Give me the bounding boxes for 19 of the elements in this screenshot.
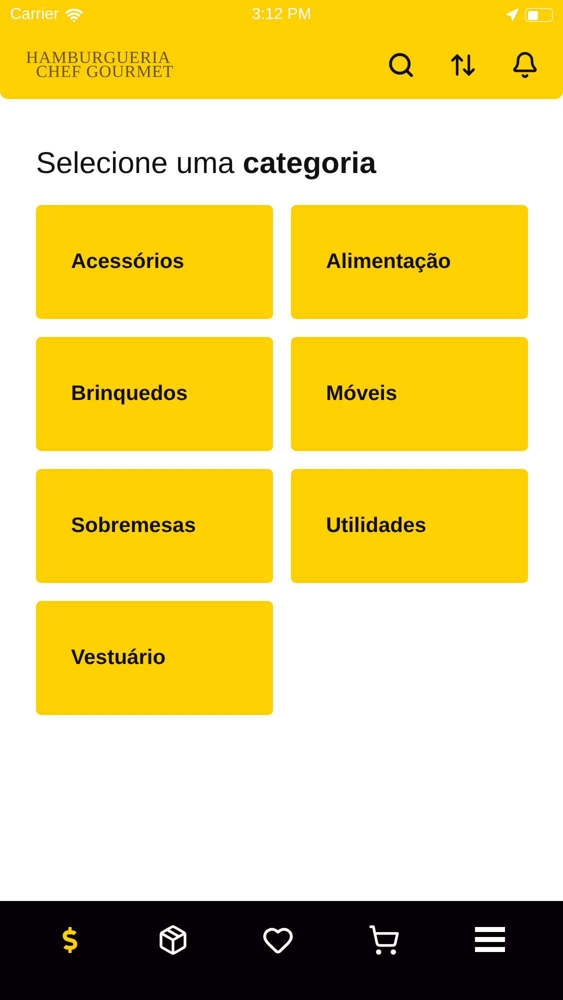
section-heading: Selecione uma categoria: [36, 147, 378, 181]
wifi-icon: [64, 6, 83, 24]
category-button[interactable]: Vestuário: [36, 601, 273, 715]
carrier-label: Carrier: [10, 6, 59, 24]
category-button[interactable]: Utilidades: [291, 469, 528, 583]
category-button[interactable]: Brinquedos: [36, 337, 273, 451]
search-button[interactable]: [387, 50, 415, 78]
category-button[interactable]: Alimentação: [291, 205, 528, 319]
logo: HAMBURGUERIA CHEF GOURMET: [26, 50, 175, 78]
category-button[interactable]: Acessórios: [36, 205, 273, 319]
notifications-button[interactable]: [511, 50, 539, 78]
location-icon: [505, 8, 519, 22]
status-time: 3:12 PM: [252, 6, 312, 24]
box-icon[interactable]: [156, 924, 189, 956]
category-button[interactable]: Móveis: [291, 337, 528, 451]
cart-icon[interactable]: [368, 924, 400, 956]
category-button[interactable]: Sobremesas: [36, 469, 273, 583]
battery-icon: [525, 8, 553, 22]
menu-icon[interactable]: [474, 926, 506, 954]
